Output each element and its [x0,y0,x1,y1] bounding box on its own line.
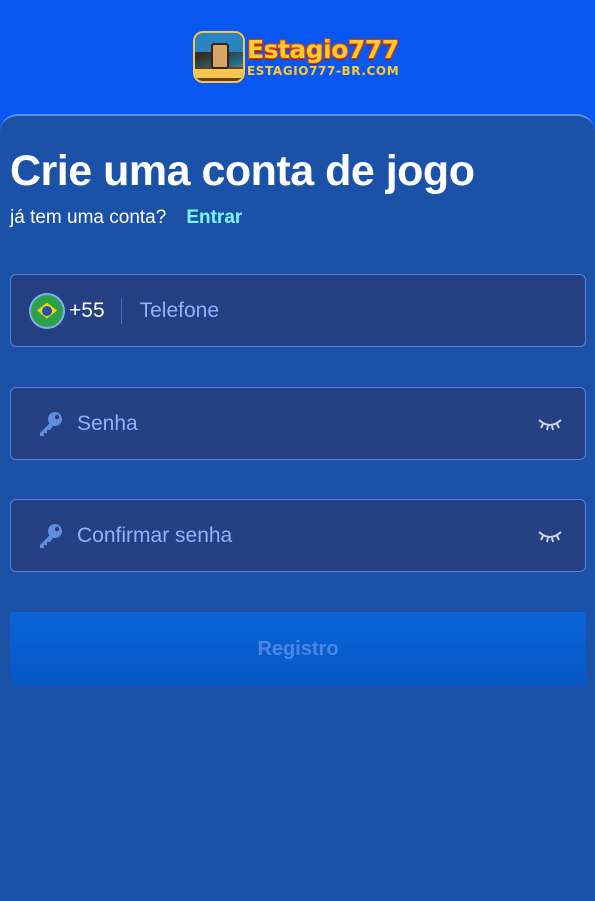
login-link[interactable]: Entrar [186,207,242,229]
brazil-flag-icon[interactable] [31,294,63,327]
app-header: Estagio777 ESTAGIO777-BR.COM [0,0,595,116]
logo-title: Estagio777 [247,35,399,64]
field-divider [120,297,122,324]
page-title: Crie uma conta de jogo [10,147,475,195]
phone-input[interactable] [139,275,585,346]
logo-text: Estagio777 ESTAGIO777-BR.COM [247,35,400,79]
eye-closed-icon[interactable] [537,416,563,432]
confirm-password-input[interactable] [77,500,537,571]
key-icon [40,523,62,548]
logo-image-icon [193,31,245,83]
register-button[interactable]: Registro [10,612,586,686]
phone-field[interactable]: +55 [10,274,586,347]
confirm-password-field[interactable] [10,499,586,572]
country-code[interactable]: +55 [69,299,105,323]
have-account-text: já tem uma conta? [10,207,167,228]
password-input[interactable] [77,388,537,459]
key-icon [40,411,62,436]
login-prompt: já tem uma conta? Entrar [10,206,242,230]
logo-subtitle: ESTAGIO777-BR.COM [247,64,400,78]
brand-logo[interactable]: Estagio777 ESTAGIO777-BR.COM [193,30,399,84]
eye-closed-icon[interactable] [537,528,563,544]
password-field[interactable] [10,387,586,460]
